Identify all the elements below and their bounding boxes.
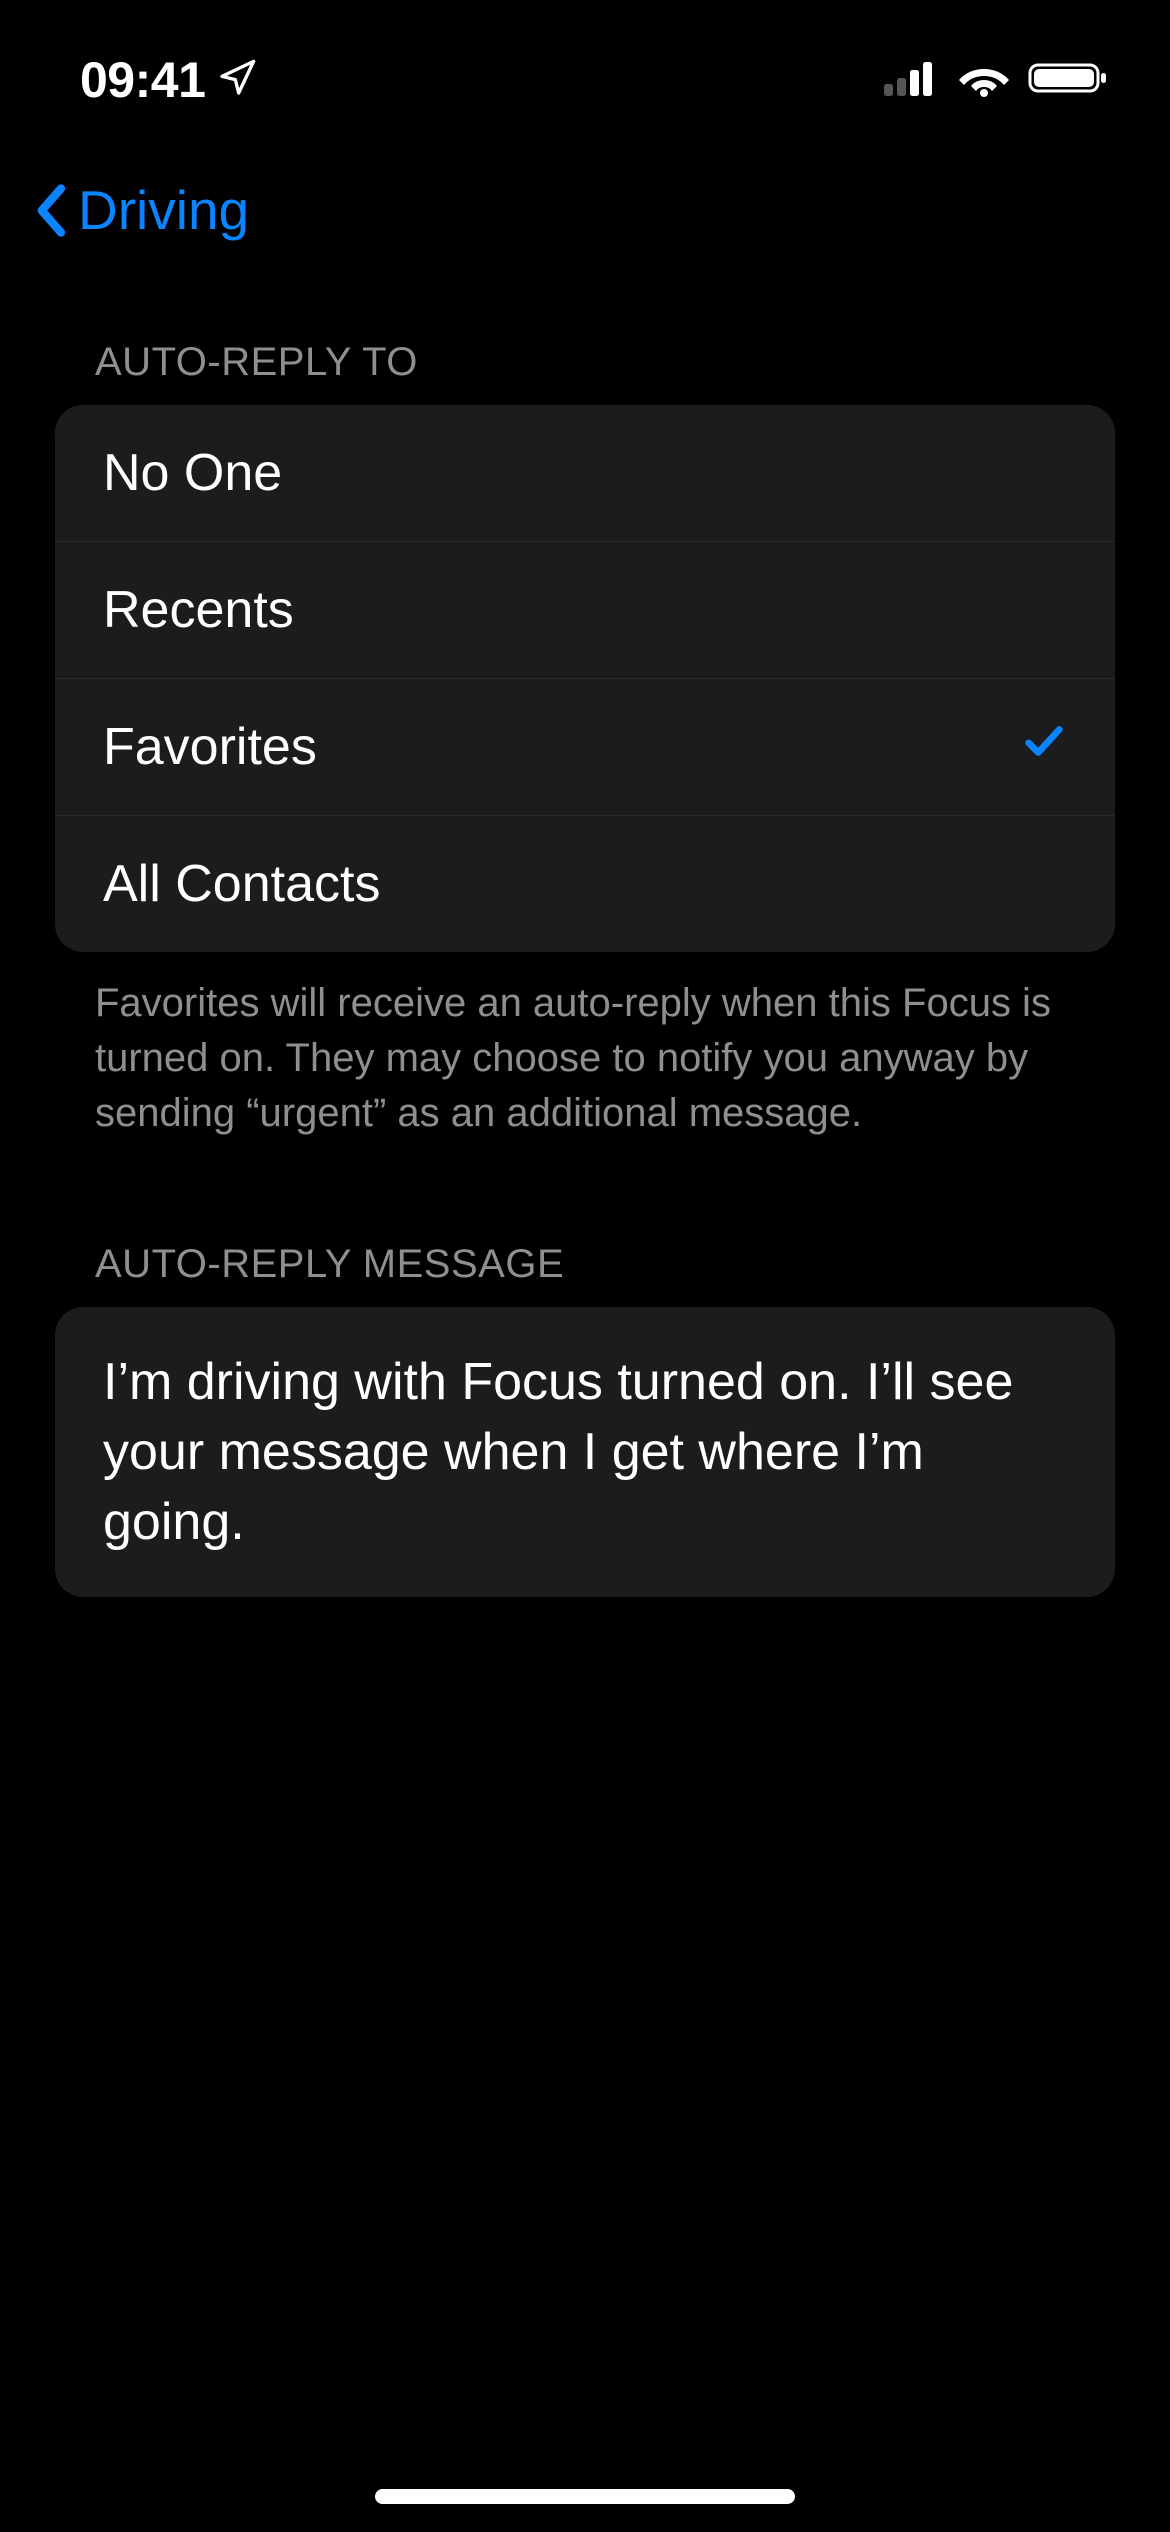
section-header-auto-reply-message: Auto-Reply Message bbox=[55, 1242, 1115, 1307]
content: Auto-Reply To No One Recents Favorites A… bbox=[0, 340, 1170, 1597]
checkmark-icon bbox=[1021, 717, 1067, 777]
auto-reply-message-box[interactable]: I’m driving with Focus turned on. I’ll s… bbox=[55, 1307, 1115, 1598]
option-all-contacts[interactable]: All Contacts bbox=[55, 815, 1115, 952]
home-indicator[interactable] bbox=[375, 2489, 795, 2504]
option-label: No One bbox=[103, 443, 282, 503]
wifi-icon bbox=[958, 59, 1010, 102]
status-bar: 09:41 bbox=[0, 0, 1170, 140]
back-label: Driving bbox=[78, 178, 249, 242]
option-label: Recents bbox=[103, 580, 294, 640]
option-label: Favorites bbox=[103, 717, 317, 777]
auto-reply-to-list: No One Recents Favorites All Contacts bbox=[55, 405, 1115, 952]
auto-reply-message-text: I’m driving with Focus turned on. I’ll s… bbox=[103, 1347, 1067, 1558]
status-left: 09:41 bbox=[80, 51, 257, 109]
option-favorites[interactable]: Favorites bbox=[55, 678, 1115, 815]
section-footer-auto-reply-to: Favorites will receive an auto-reply whe… bbox=[55, 952, 1115, 1142]
status-time: 09:41 bbox=[80, 51, 205, 109]
option-recents[interactable]: Recents bbox=[55, 541, 1115, 678]
battery-icon bbox=[1028, 59, 1110, 102]
nav-bar: Driving bbox=[0, 140, 1170, 280]
cellular-icon bbox=[884, 60, 940, 101]
section-header-auto-reply-to: Auto-Reply To bbox=[55, 340, 1115, 405]
location-icon bbox=[217, 58, 257, 103]
status-right bbox=[884, 59, 1110, 102]
option-label: All Contacts bbox=[103, 854, 380, 914]
back-button[interactable]: Driving bbox=[30, 178, 249, 242]
chevron-left-icon bbox=[30, 183, 70, 238]
option-no-one[interactable]: No One bbox=[55, 405, 1115, 541]
